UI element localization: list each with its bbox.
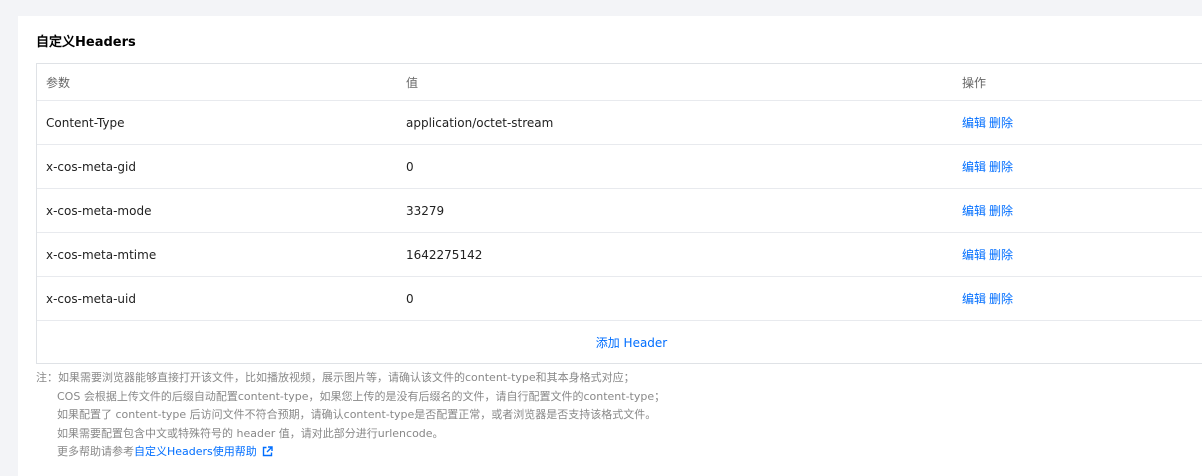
table-header: 参数 值 操作 bbox=[37, 64, 1202, 101]
param-cell: x-cos-meta-mtime bbox=[46, 247, 157, 262]
actions-cell: 编辑 删除 bbox=[962, 101, 1013, 144]
edit-link[interactable]: 编辑 bbox=[962, 246, 986, 263]
edit-link[interactable]: 编辑 bbox=[962, 158, 986, 175]
notes: 注：如果需要浏览器能够直接打开该文件，比如播放视频，展示图片等，请确认该文件的c… bbox=[36, 369, 665, 464]
value-cell: 0 bbox=[406, 159, 414, 174]
value-cell: 33279 bbox=[406, 203, 445, 218]
value-cell: 0 bbox=[406, 291, 414, 306]
note-line: 如果需要配置包含中文或特殊符号的 header 值，请对此部分进行urlenco… bbox=[57, 426, 444, 440]
actions-cell: 编辑 删除 bbox=[962, 233, 1013, 276]
table-row: x-cos-meta-mtime 1642275142 编辑 删除 bbox=[37, 233, 1202, 277]
add-header-row: 添加 Header bbox=[37, 321, 1202, 363]
delete-link[interactable]: 删除 bbox=[989, 158, 1013, 175]
param-cell: x-cos-meta-mode bbox=[46, 203, 152, 218]
delete-link[interactable]: 删除 bbox=[989, 246, 1013, 263]
value-cell: 1642275142 bbox=[406, 247, 483, 262]
note-line: 注：如果需要浏览器能够直接打开该文件，比如播放视频，展示图片等，请确认该文件的c… bbox=[36, 371, 635, 384]
column-header-param: 参数 bbox=[46, 75, 71, 90]
external-link-icon[interactable] bbox=[262, 445, 273, 464]
section-title: 自定义Headers bbox=[36, 35, 136, 50]
delete-link[interactable]: 删除 bbox=[989, 202, 1013, 219]
actions-cell: 编辑 删除 bbox=[962, 277, 1013, 320]
delete-link[interactable]: 删除 bbox=[989, 290, 1013, 307]
add-header-link[interactable]: 添加 Header bbox=[596, 334, 668, 351]
actions-cell: 编辑 删除 bbox=[962, 189, 1013, 232]
param-cell: x-cos-meta-gid bbox=[46, 159, 136, 174]
headers-table: 参数 值 操作 Content-Type application/octet-s… bbox=[36, 63, 1202, 364]
column-header-actions: 操作 bbox=[962, 75, 987, 90]
edit-link[interactable]: 编辑 bbox=[962, 114, 986, 131]
edit-link[interactable]: 编辑 bbox=[962, 290, 986, 307]
note-line: COS 会根据上传文件的后缀自动配置content-type，如果您上传的是没有… bbox=[57, 389, 666, 403]
delete-link[interactable]: 删除 bbox=[989, 114, 1013, 131]
column-header-value: 值 bbox=[406, 75, 419, 90]
note-line: 如果配置了 content-type 后访问文件不符合预期，请确认content… bbox=[57, 408, 657, 421]
actions-cell: 编辑 删除 bbox=[962, 145, 1013, 188]
edit-link[interactable]: 编辑 bbox=[962, 202, 986, 219]
help-prefix: 更多帮助请参考 bbox=[57, 445, 134, 458]
help-line: 更多帮助请参考自定义Headers使用帮助 bbox=[36, 443, 665, 464]
param-cell: x-cos-meta-uid bbox=[46, 291, 136, 306]
help-link[interactable]: 自定义Headers使用帮助 bbox=[134, 445, 257, 458]
table-row: x-cos-meta-mode 33279 编辑 删除 bbox=[37, 189, 1202, 233]
table-row: Content-Type application/octet-stream 编辑… bbox=[37, 101, 1202, 145]
table-row: x-cos-meta-uid 0 编辑 删除 bbox=[37, 277, 1202, 321]
value-cell: application/octet-stream bbox=[406, 115, 554, 130]
param-cell: Content-Type bbox=[46, 115, 125, 130]
table-row: x-cos-meta-gid 0 编辑 删除 bbox=[37, 145, 1202, 189]
